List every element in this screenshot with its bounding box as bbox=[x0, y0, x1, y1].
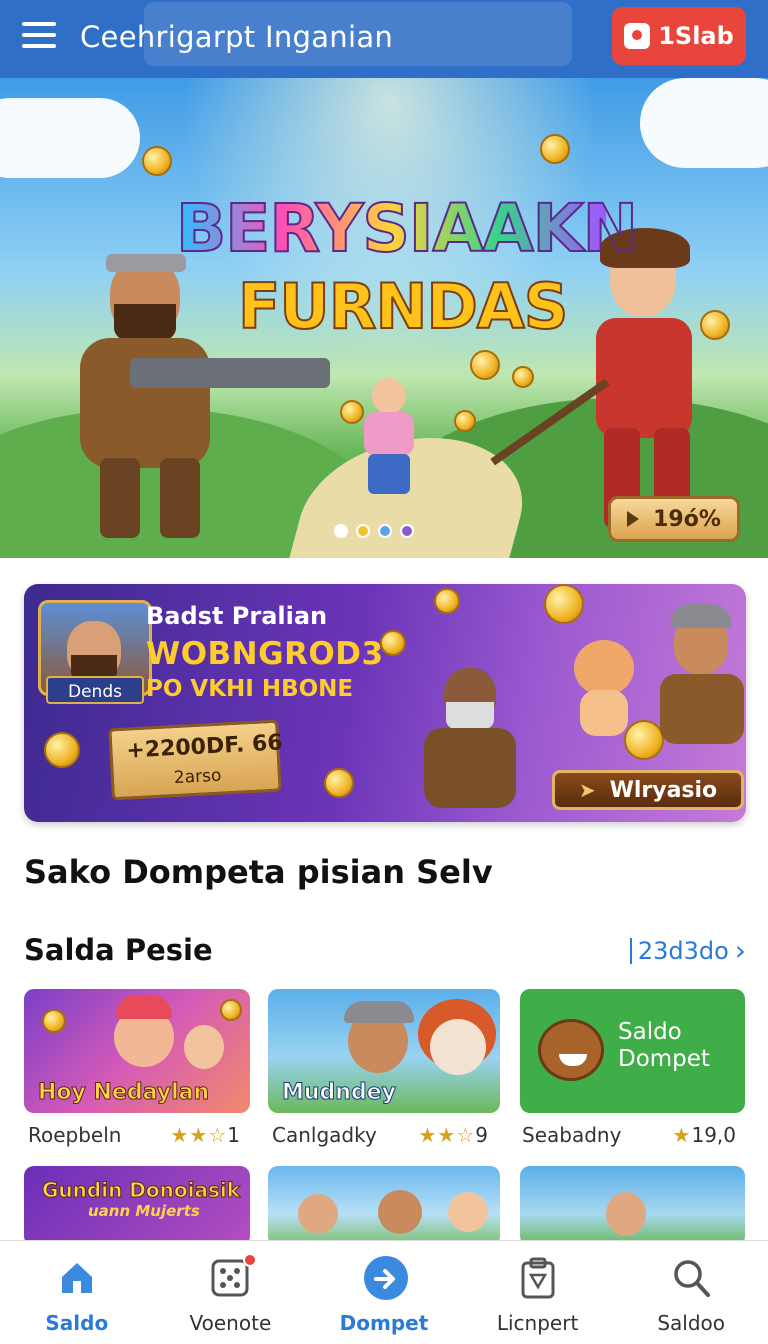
carousel-dot[interactable] bbox=[334, 524, 348, 538]
promo-subtitle: PO VKHI HBONE bbox=[146, 676, 354, 702]
game-card-subcaption: uann Mujerts bbox=[88, 1202, 200, 1220]
game-name: Canlgadky bbox=[272, 1123, 377, 1147]
nav-item-saldoo[interactable]: Saldoo bbox=[614, 1241, 768, 1344]
promo-cta-label: Wlryasio bbox=[609, 777, 718, 803]
promo-heading: Badst Pralian bbox=[146, 602, 328, 630]
coin-icon bbox=[454, 410, 476, 432]
nav-label: Saldoo bbox=[657, 1311, 726, 1335]
cat-character bbox=[564, 640, 644, 740]
coin-icon bbox=[324, 768, 354, 798]
reward-plaque: +2200DF. 66 2arso bbox=[108, 719, 284, 801]
carousel-dot[interactable] bbox=[378, 524, 392, 538]
search-icon bbox=[670, 1257, 712, 1299]
game-card[interactable]: Gundin Donoiasik uann Mujerts bbox=[24, 1166, 250, 1246]
game-card[interactable] bbox=[520, 1166, 745, 1246]
game-name: Seabadny bbox=[522, 1123, 622, 1147]
heroine-character bbox=[490, 228, 740, 538]
game-meta: Canlgadky ★★☆9 bbox=[272, 1120, 488, 1150]
warrior-character bbox=[40, 254, 330, 538]
carousel-dot[interactable] bbox=[356, 524, 370, 538]
coin-icon bbox=[540, 134, 570, 164]
see-all-label: 23d3do bbox=[637, 936, 729, 965]
promo-banner[interactable]: Dends Badst Pralian WOBNGROD3 PO VKHI HB… bbox=[24, 584, 746, 822]
nav-item-saldo[interactable]: Saldo bbox=[0, 1241, 154, 1344]
divider bbox=[629, 937, 632, 964]
coin-icon bbox=[340, 400, 364, 424]
game-rating: ★★☆9 bbox=[418, 1123, 488, 1147]
top-app-bar: Ceehrigarpt Inganian 1Slab bbox=[0, 0, 768, 78]
login-button-label: 1Slab bbox=[658, 22, 734, 50]
coin-icon bbox=[470, 350, 500, 380]
game-card-caption: Gundin Donoiasik bbox=[42, 1178, 241, 1203]
nav-label: Dompet bbox=[339, 1311, 429, 1335]
coin-icon bbox=[700, 310, 730, 340]
dice-icon bbox=[209, 1253, 258, 1299]
plaque-subtext: 2arso bbox=[173, 765, 222, 789]
chevron-right-icon: › bbox=[734, 934, 746, 967]
plaque-value: +2200DF. 66 bbox=[125, 730, 284, 764]
chat-bubble-icon bbox=[624, 23, 651, 49]
hero-badge-label: 19ó% bbox=[653, 506, 721, 532]
game-meta: Seabadny ★19,0 bbox=[522, 1120, 736, 1150]
game-card-caption: Mudndey bbox=[282, 1080, 397, 1106]
game-card[interactable]: Hoy Nedaylan bbox=[24, 989, 250, 1113]
promo-cta-button[interactable]: ➤ Wlryasio bbox=[552, 770, 744, 810]
game-card-caption: Hoy Nedaylan bbox=[37, 1080, 210, 1106]
dwarf-character bbox=[414, 668, 524, 818]
game-rating: ★19,0 bbox=[672, 1123, 736, 1147]
coin-icon bbox=[42, 1009, 66, 1033]
cloud bbox=[640, 78, 768, 168]
coin-icon bbox=[44, 732, 80, 768]
login-button[interactable]: 1Slab bbox=[612, 7, 746, 65]
app-title: Ceehrigarpt Inganian bbox=[80, 20, 394, 54]
nav-item-dompet[interactable]: Dompet bbox=[307, 1241, 461, 1344]
hero-play-button[interactable]: 19ó% bbox=[608, 496, 740, 542]
carousel-dot[interactable] bbox=[400, 524, 414, 538]
nav-label: Saldo bbox=[45, 1311, 109, 1335]
hamburger-menu-icon[interactable] bbox=[22, 22, 56, 50]
promo-title: WOBNGROD3 bbox=[146, 636, 384, 672]
hero-banner[interactable]: BERYSIAAKN FURNDAS 19ó% bbox=[0, 78, 768, 558]
nav-item-voenote[interactable]: Voenote bbox=[154, 1241, 308, 1344]
notification-dot bbox=[243, 1253, 258, 1267]
game-name: Roepbeln bbox=[28, 1123, 122, 1147]
home-icon bbox=[56, 1257, 98, 1299]
game-rating: ★★☆1 bbox=[170, 1123, 240, 1147]
clipboard-icon bbox=[517, 1257, 559, 1299]
section-title: Sako Dompeta pisian Selv bbox=[24, 853, 493, 891]
child-character bbox=[350, 378, 430, 498]
nav-label: Licnpert bbox=[496, 1311, 579, 1335]
arrow-circle-icon bbox=[363, 1256, 408, 1300]
games-section-title: Salda Pesie bbox=[24, 933, 213, 967]
nav-item-licnpert[interactable]: Licnpert bbox=[461, 1241, 615, 1344]
hero-title: BERYSIAAKN bbox=[175, 189, 639, 268]
play-icon bbox=[627, 511, 640, 527]
coin-icon bbox=[512, 366, 534, 388]
coin-icon bbox=[220, 999, 242, 1021]
hero-subtitle: FURNDAS bbox=[237, 269, 569, 344]
avatar-label: Dends bbox=[46, 676, 144, 704]
arrow-right-icon: ➤ bbox=[578, 778, 596, 802]
coin-icon bbox=[544, 584, 584, 624]
coin-icon bbox=[142, 146, 172, 176]
coin-icon bbox=[434, 588, 460, 614]
game-card[interactable]: Saldo Dompet bbox=[520, 989, 745, 1113]
nav-label: Voenote bbox=[189, 1311, 272, 1335]
carousel-dots[interactable] bbox=[334, 524, 414, 538]
cloud bbox=[0, 98, 140, 178]
see-all-link[interactable]: 23d3do › bbox=[629, 934, 746, 967]
bottom-navigation: Saldo Voenote Dompet Licnpert Saldoo bbox=[0, 1240, 768, 1344]
game-card[interactable]: Mudndey bbox=[268, 989, 500, 1113]
game-card[interactable] bbox=[268, 1166, 500, 1246]
coin-icon bbox=[380, 630, 406, 656]
cookie-character bbox=[538, 1019, 604, 1081]
game-card-caption: Saldo Dompet bbox=[618, 1019, 710, 1072]
game-meta: Roepbeln ★★☆1 bbox=[28, 1120, 240, 1150]
knight-character bbox=[654, 604, 744, 744]
